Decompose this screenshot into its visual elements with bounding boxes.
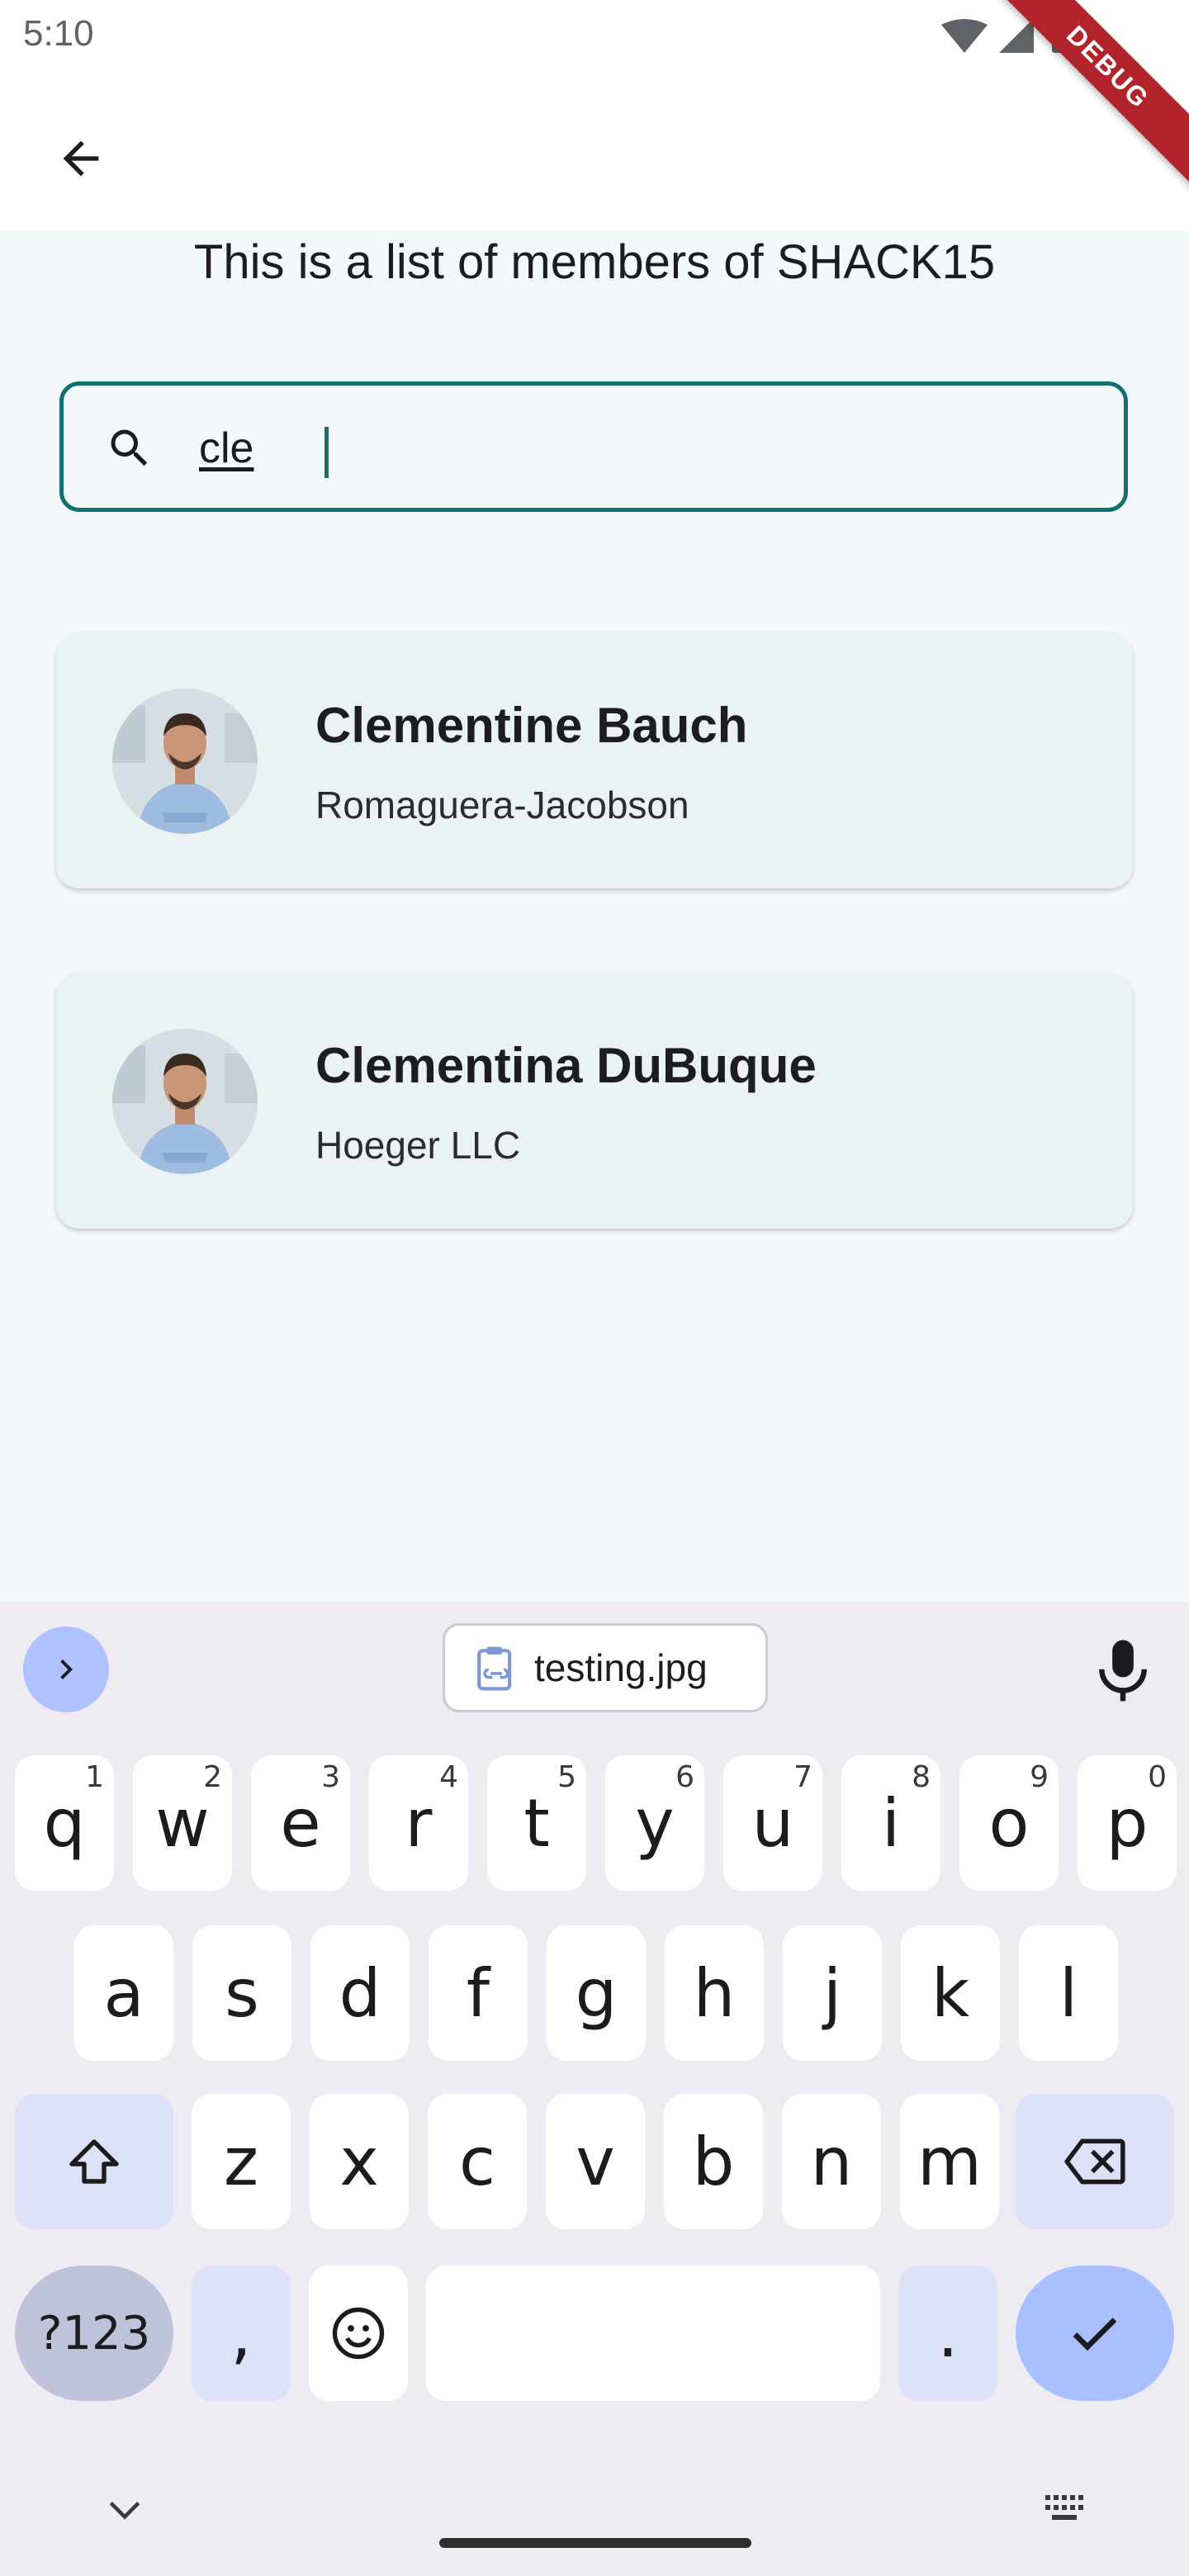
symbols-key[interactable]: ?123 xyxy=(15,2266,173,2401)
back-button[interactable] xyxy=(40,117,122,200)
key-label: w xyxy=(155,1784,210,1862)
comma-key[interactable]: , xyxy=(192,2266,291,2401)
hide-keyboard-chevron-icon[interactable] xyxy=(104,2493,145,2526)
key-label: o xyxy=(988,1784,1030,1862)
key-z[interactable]: z xyxy=(192,2094,291,2229)
key-u[interactable]: u7 xyxy=(723,1755,822,1891)
key-number-hint: 9 xyxy=(1030,1760,1049,1794)
period-key[interactable]: . xyxy=(898,2266,997,2401)
emoji-icon xyxy=(332,2307,385,2360)
enter-key[interactable] xyxy=(1016,2266,1174,2401)
arrow-back-icon xyxy=(63,140,99,177)
key-number-hint: 3 xyxy=(321,1760,340,1794)
key-label: p xyxy=(1106,1784,1149,1862)
backspace-key[interactable] xyxy=(1016,2094,1174,2229)
key-number-hint: 7 xyxy=(793,1760,812,1794)
member-name: Clementine Bauch xyxy=(315,698,748,753)
member-card[interactable]: Clementina DuBuque Hoeger LLC xyxy=(56,973,1133,1229)
status-time: 5:10 xyxy=(23,13,94,54)
key-i[interactable]: i8 xyxy=(841,1755,940,1891)
shift-icon xyxy=(69,2139,119,2184)
member-company: Hoeger LLC xyxy=(315,1124,521,1167)
avatar xyxy=(112,1029,258,1174)
signal-icon xyxy=(999,18,1034,53)
text-cursor xyxy=(324,427,329,478)
key-number-hint: 1 xyxy=(85,1760,104,1794)
key-label: q xyxy=(43,1784,86,1862)
page-title: This is a list of members of SHACK15 xyxy=(193,235,996,289)
key-m[interactable]: m xyxy=(900,2094,999,2229)
key-e[interactable]: e3 xyxy=(251,1755,350,1891)
key-label: i xyxy=(881,1784,901,1862)
key-b[interactable]: b xyxy=(664,2094,763,2229)
key-f[interactable]: f xyxy=(429,1925,528,2061)
member-card[interactable]: Clementine Bauch Romaguera-Jacobson xyxy=(56,632,1133,888)
key-q[interactable]: q1 xyxy=(15,1755,114,1891)
search-icon xyxy=(111,429,148,466)
clipboard-item-label: testing.jpg xyxy=(534,1646,708,1689)
search-input[interactable]: cle xyxy=(59,381,1128,512)
key-h[interactable]: h xyxy=(665,1925,764,2061)
key-r[interactable]: r4 xyxy=(369,1755,468,1891)
key-number-hint: 4 xyxy=(439,1760,458,1794)
clipboard-link-icon xyxy=(477,1646,512,1691)
key-number-hint: 6 xyxy=(675,1760,694,1794)
member-name: Clementina DuBuque xyxy=(315,1038,817,1093)
key-d[interactable]: d xyxy=(310,1925,410,2061)
search-text: cle xyxy=(199,424,254,472)
key-s[interactable]: s xyxy=(192,1925,291,2061)
key-a[interactable]: a xyxy=(74,1925,173,2061)
status-bar: 5:10 xyxy=(0,0,1189,69)
member-company: Romaguera-Jacobson xyxy=(315,784,689,826)
shift-key[interactable] xyxy=(15,2094,173,2229)
home-indicator[interactable] xyxy=(439,2538,751,2548)
key-label: r xyxy=(405,1784,433,1862)
key-label: e xyxy=(280,1784,321,1862)
key-j[interactable]: j xyxy=(783,1925,882,2061)
key-c[interactable]: c xyxy=(428,2094,527,2229)
key-k[interactable]: k xyxy=(901,1925,1000,2061)
key-number-hint: 8 xyxy=(912,1760,931,1794)
backspace-icon xyxy=(1064,2138,1125,2185)
clipboard-suggestion-chip[interactable]: testing.jpg xyxy=(443,1623,768,1712)
key-n[interactable]: n xyxy=(782,2094,881,2229)
microphone-icon[interactable] xyxy=(1090,1635,1156,1709)
wifi-icon xyxy=(941,19,988,53)
key-x[interactable]: x xyxy=(310,2094,409,2229)
emoji-key[interactable] xyxy=(309,2266,408,2401)
checkmark-icon xyxy=(1073,2318,1117,2351)
key-o[interactable]: o9 xyxy=(959,1755,1059,1891)
keyboard-toolbar-expand-button[interactable] xyxy=(23,1627,109,1712)
app-bar xyxy=(0,69,1189,231)
space-key[interactable] xyxy=(426,2266,880,2401)
key-g[interactable]: g xyxy=(547,1925,646,2061)
key-y[interactable]: y6 xyxy=(605,1755,704,1891)
key-label: u xyxy=(751,1784,794,1862)
avatar xyxy=(112,689,258,834)
key-l[interactable]: l xyxy=(1019,1925,1118,2061)
key-label: y xyxy=(635,1784,675,1862)
on-screen-keyboard: testing.jpg q1w2e3r4t5y6u7i8o9p0 asdfghj… xyxy=(0,1602,1189,2576)
key-label: t xyxy=(523,1784,550,1862)
keyboard-switcher-icon[interactable] xyxy=(1042,2490,1088,2526)
key-number-hint: 2 xyxy=(203,1760,222,1794)
chevron-right-icon xyxy=(60,1660,73,1679)
key-v[interactable]: v xyxy=(546,2094,645,2229)
key-t[interactable]: t5 xyxy=(487,1755,586,1891)
key-number-hint: 0 xyxy=(1148,1760,1167,1794)
key-p[interactable]: p0 xyxy=(1078,1755,1177,1891)
key-w[interactable]: w2 xyxy=(133,1755,232,1891)
key-number-hint: 5 xyxy=(557,1760,576,1794)
